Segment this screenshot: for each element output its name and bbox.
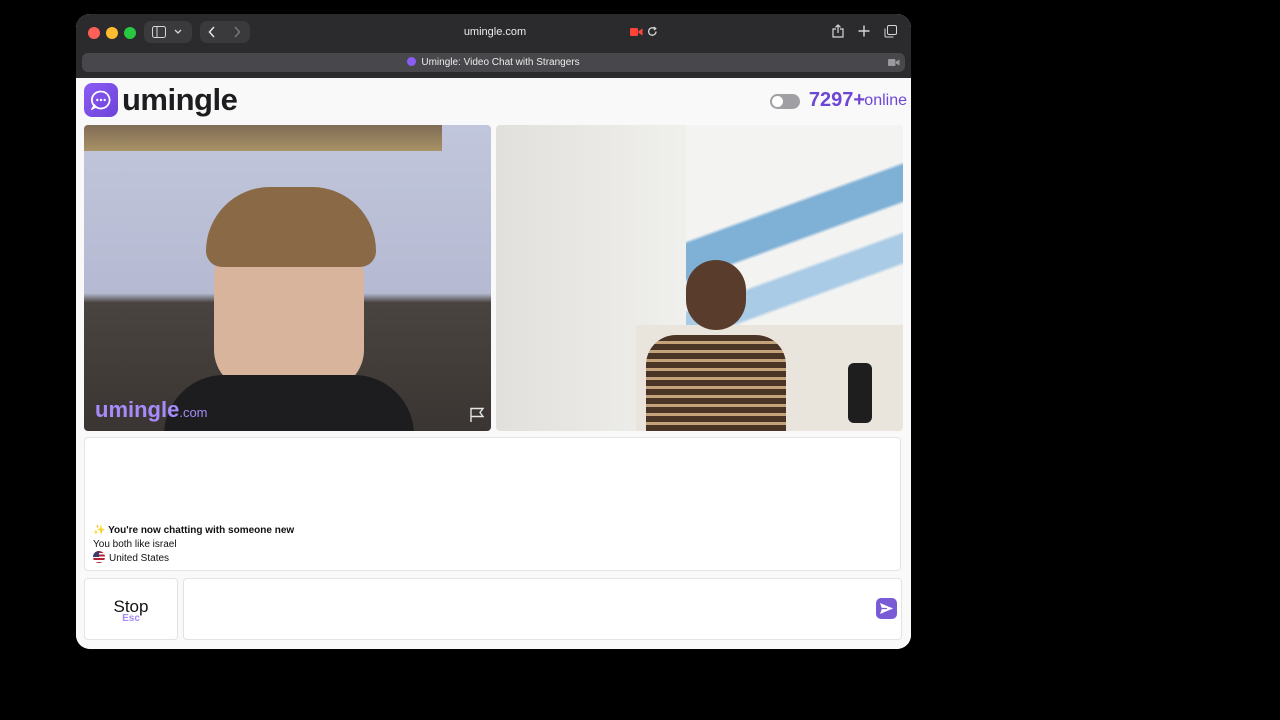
tab-title: Umingle: Video Chat with Strangers	[421, 57, 580, 68]
report-flag-icon[interactable]	[469, 407, 485, 423]
back-button[interactable]	[208, 26, 216, 38]
theme-toggle[interactable]	[770, 94, 800, 109]
stop-button[interactable]: Stop Esc	[84, 578, 178, 640]
sidebar-toggle-button[interactable]	[144, 21, 192, 43]
send-button[interactable]	[876, 598, 897, 619]
online-label: online	[864, 92, 907, 109]
chevron-down-icon	[174, 29, 182, 34]
us-flag-icon	[93, 551, 105, 563]
common-interest-message: You both like israel	[93, 539, 177, 550]
remote-person-face	[686, 260, 746, 330]
tab-camera-icon	[888, 59, 900, 66]
local-person-hair	[206, 187, 376, 267]
reload-icon[interactable]	[647, 26, 658, 37]
sparkles-icon: ✨	[93, 525, 106, 536]
remote-video	[496, 125, 903, 431]
remote-person-shirt	[646, 335, 786, 431]
share-icon[interactable]	[832, 24, 844, 38]
minimize-window-button[interactable]	[106, 27, 118, 39]
active-tab[interactable]: Umingle: Video Chat with Strangers	[82, 53, 905, 72]
site-logo-text[interactable]: umingle	[122, 82, 238, 118]
zoom-window-button[interactable]	[124, 27, 136, 39]
chat-status-text: You're now chatting with someone new	[108, 525, 295, 536]
address-bar[interactable]: umingle.com	[326, 21, 664, 43]
forward-button[interactable]	[233, 26, 241, 38]
umingle-logo-icon	[84, 83, 118, 117]
history-navigation	[200, 21, 250, 43]
country-message: United States	[93, 551, 169, 565]
country-text: United States	[109, 553, 170, 564]
address-bar-url: umingle.com	[463, 26, 527, 38]
watermark-domain: .com	[179, 405, 208, 420]
speaker	[848, 363, 872, 423]
local-video: umingle.com	[84, 125, 491, 431]
page-content: umingle 7297+ online umingle.com ✨ You'r…	[76, 78, 911, 649]
tab-bar: Umingle: Video Chat with Strangers	[82, 53, 905, 72]
close-window-button[interactable]	[88, 27, 100, 39]
watermark-brand: umingle	[95, 397, 180, 422]
toggle-knob	[772, 96, 783, 107]
stop-shortcut-label: Esc	[122, 613, 140, 624]
browser-toolbar: umingle.com Umingle: Video Chat with Str…	[76, 14, 911, 78]
browser-window: umingle.com Umingle: Video Chat with Str…	[76, 14, 911, 649]
online-count: 7297+	[808, 89, 865, 111]
video-watermark: umingle.com	[95, 397, 208, 426]
tab-overview-icon[interactable]	[884, 25, 897, 38]
message-input[interactable]	[183, 578, 902, 640]
camera-in-use-icon[interactable]	[630, 27, 643, 37]
chat-log: ✨ You're now chatting with someone new Y…	[84, 437, 901, 571]
picture-frame	[84, 125, 442, 151]
chat-status-message: ✨ You're now chatting with someone new	[93, 524, 294, 537]
umingle-favicon	[407, 57, 417, 66]
sidebar-icon	[152, 26, 166, 38]
send-icon	[880, 603, 893, 614]
new-tab-icon[interactable]	[858, 25, 870, 37]
